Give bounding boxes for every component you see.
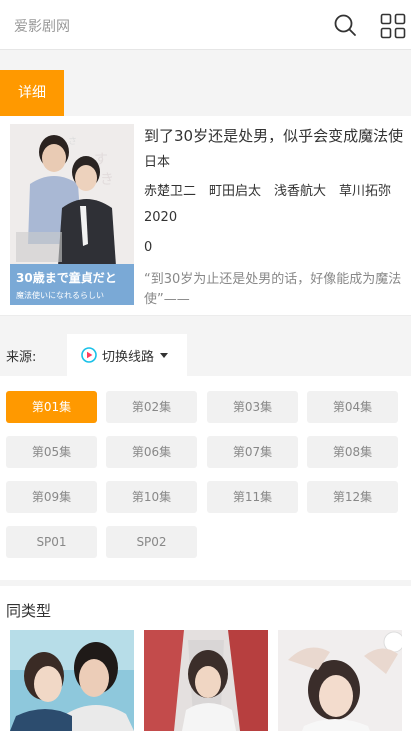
drama-score: 0: [144, 240, 153, 255]
drama-title: 到了30岁还是处男，似乎会变成魔法使: [144, 127, 404, 145]
episode-button[interactable]: 第01集: [6, 391, 97, 423]
detail-card: さ す き 30歳まで童貞だと 魔法使いになれるらしい 到了30岁还是处男，似乎…: [0, 116, 411, 316]
related-section: 同类型: [0, 586, 411, 731]
episode-button[interactable]: 第06集: [106, 436, 197, 468]
episode-button[interactable]: 第11集: [207, 481, 298, 513]
episode-button[interactable]: 第03集: [207, 391, 298, 423]
drama-description: “到30岁为止还是处男的话，好像能成为魔法使”——: [144, 272, 402, 307]
related-thumb[interactable]: [278, 630, 402, 731]
episode-button[interactable]: 第05集: [6, 436, 97, 468]
episode-button[interactable]: 第02集: [106, 391, 197, 423]
episode-button[interactable]: 第04集: [307, 391, 398, 423]
episode-button[interactable]: 第07集: [207, 436, 298, 468]
poster-title-line1: 30歳まで童貞だと: [16, 270, 117, 285]
source-row: 来源: 切换线路: [0, 334, 411, 376]
poster-title-line2: 魔法使いになれるらしい: [16, 290, 104, 300]
related-thumb[interactable]: [144, 630, 268, 731]
episode-button[interactable]: SP01: [6, 526, 97, 558]
tab-bar: 详细: [0, 50, 411, 116]
switch-line-button[interactable]: 切换线路: [67, 334, 187, 376]
episode-button[interactable]: 第12集: [307, 481, 398, 513]
switch-line-label: 切换线路: [102, 350, 155, 365]
drama-country: 日本: [144, 155, 171, 170]
svg-text:さ: さ: [68, 136, 77, 147]
chevron-down-icon: [160, 353, 168, 358]
source-label: 来源:: [6, 350, 37, 365]
drama-year: 2020: [144, 210, 178, 225]
related-title: 同类型: [6, 602, 52, 620]
poster-image[interactable]: さ す き 30歳まで童貞だと 魔法使いになれるらしい: [10, 124, 134, 305]
play-circle-icon: [81, 347, 97, 363]
category-grid-icon[interactable]: [380, 13, 406, 39]
related-thumb[interactable]: [10, 630, 134, 731]
episode-button[interactable]: 第10集: [106, 481, 197, 513]
search-icon[interactable]: [333, 13, 357, 37]
episode-list: 第01集 第02集 第03集 第04集第05集 第06集 第07集 第08集第09集 第10集…: [0, 376, 411, 580]
svg-text:き: き: [100, 172, 114, 188]
episode-button[interactable]: SP02: [106, 526, 197, 558]
tab-detail[interactable]: 详细: [0, 70, 64, 116]
episode-button[interactable]: 第08集: [307, 436, 398, 468]
site-logo[interactable]: 爱影剧网: [14, 16, 70, 36]
drama-cast: 赤楚卫二 町田启太 浅香航大 草川拓弥: [144, 184, 392, 199]
top-header: 爱影剧网: [0, 0, 411, 50]
episode-button[interactable]: 第09集: [6, 481, 97, 513]
